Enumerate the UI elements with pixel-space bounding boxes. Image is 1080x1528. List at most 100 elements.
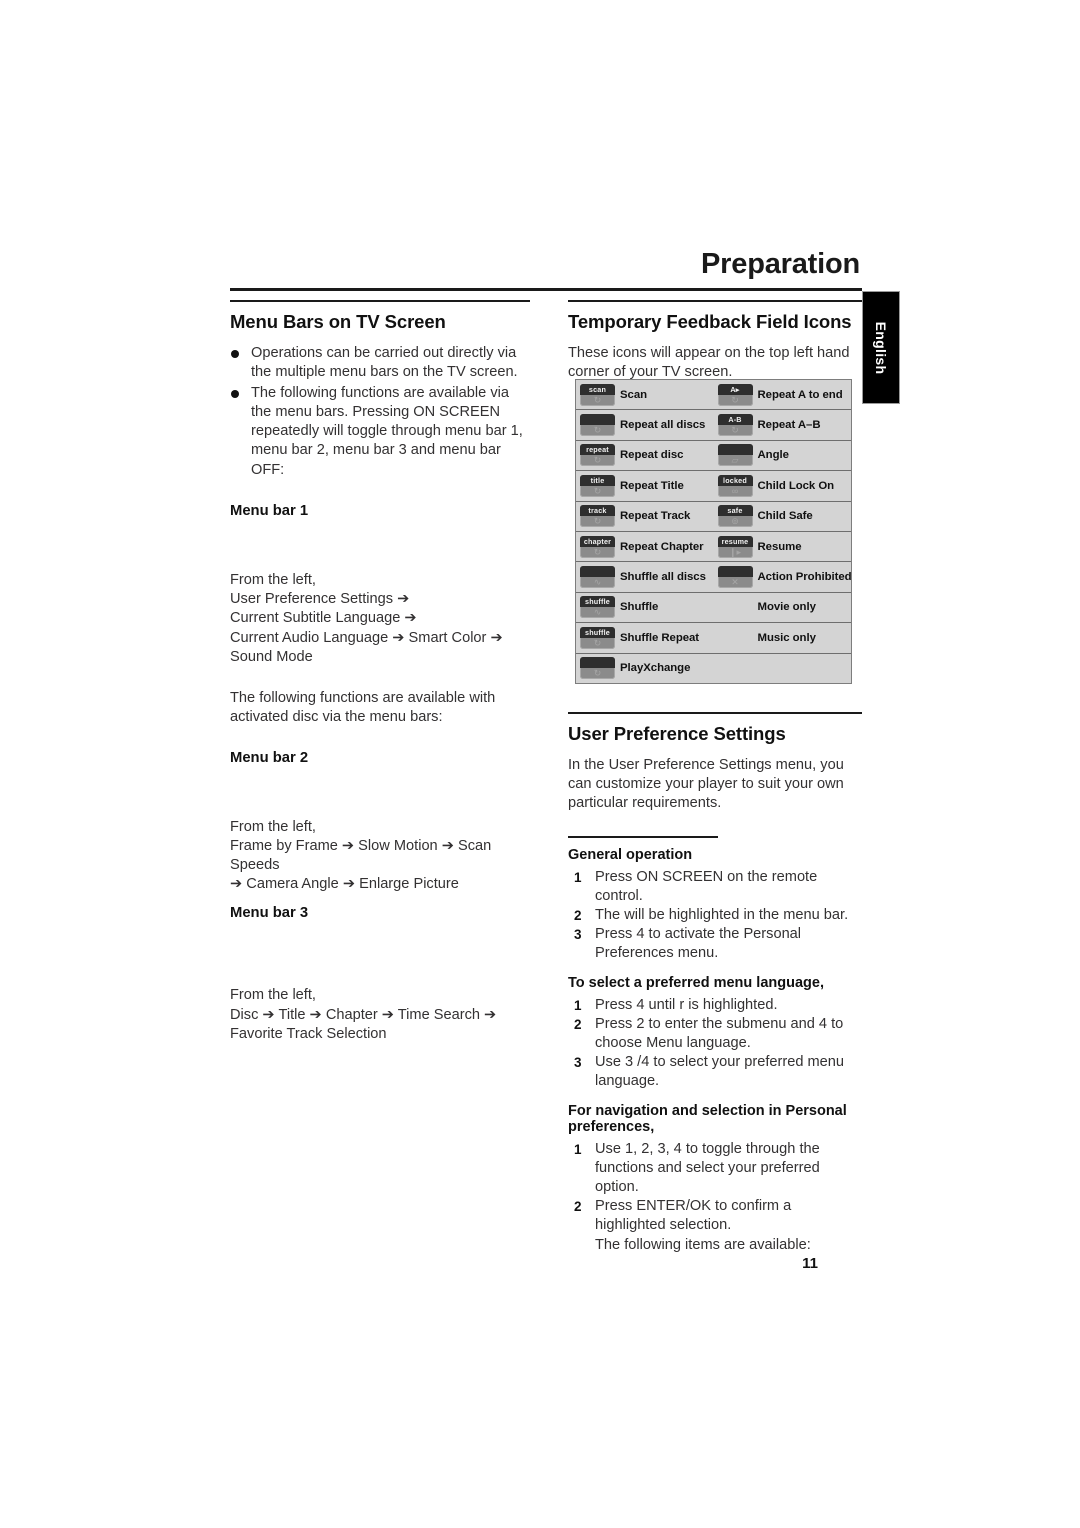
- language-tab: English: [862, 291, 900, 404]
- feedback-child-lock-on-icon: locked ∞: [717, 474, 753, 497]
- menu-bar-2-from-left: From the left,: [230, 818, 316, 835]
- icon-band-text: locked: [717, 474, 753, 486]
- menu-bar-3-from-left: From the left,: [230, 987, 316, 1004]
- feedback-action-prohibited-icon: ✕: [717, 566, 753, 589]
- icon-glyph: ↻: [731, 425, 739, 436]
- menu-bar-3-heading: Menu bar 3: [230, 905, 309, 922]
- icon-glyph: ∞: [731, 485, 739, 496]
- icon-label: Repeat Chapter: [620, 540, 704, 553]
- subsection-title-navigation: For navigation and selection in Personal…: [568, 1102, 847, 1135]
- feedback-repeat-a-b-icon: A-B ↻: [717, 414, 753, 437]
- section-divider-ups: [568, 712, 862, 714]
- step-text: Press 4 until r is highlighted.: [595, 996, 778, 1013]
- step-number: 3: [574, 927, 582, 943]
- icon-label: Scan: [620, 388, 648, 401]
- icon-label: Repeat A–B: [757, 419, 821, 432]
- step-text: Press ENTER/OK to confirm a highlighted …: [595, 1198, 792, 1234]
- icon-glyph: ∿: [593, 607, 602, 618]
- list-item: 1 Press 4 until r is highlighted.: [568, 996, 862, 1015]
- icon-label: Repeat all discs: [620, 419, 706, 432]
- feedback-shuffle-icon: shuffle ∿: [580, 596, 615, 619]
- section-divider-menu-bars: [230, 300, 530, 302]
- list-item: 3 Use 3 /4 to select your preferred menu…: [568, 1053, 862, 1091]
- menu-bar-2-chain-line: Frame by Frame ➔ Slow Motion ➔ Scan Spee…: [230, 837, 492, 873]
- icon-table-cell: ✕ Action Prohibited: [714, 562, 852, 591]
- section-title-menu-bars: Menu Bars on TV Screen: [230, 311, 446, 332]
- icon-label: Movie only: [757, 601, 816, 614]
- icon-table-cell: repeat ↻ Repeat disc: [576, 441, 714, 470]
- menu-bar-1-note: The following functions are available wi…: [230, 690, 496, 726]
- feedback-repeat-a-to-end-icon: A▸ ↻: [717, 383, 753, 406]
- icon-label: Child Safe: [757, 510, 813, 523]
- table-row: chapter ↻ Repeat Chapter resume ❙▸ Resume: [576, 531, 851, 563]
- page-number: 11: [802, 1255, 818, 1272]
- table-row: track ↻ Repeat Track safe ⊚ Child Safe: [576, 501, 851, 532]
- icon-label: PlayXchange: [620, 662, 691, 675]
- table-row: ∿ Shuffle all discs ✕ Action Prohibited: [576, 562, 852, 593]
- menu-bar-2-chain-line: ➔ Camera Angle ➔ Enlarge Picture: [230, 876, 459, 893]
- step-number: 2: [574, 1199, 582, 1215]
- feedback-repeat-all-discs-icon: ↻: [580, 414, 615, 437]
- menu-bar-1-chain-line: Current Subtitle Language ➔: [230, 610, 417, 627]
- menu-bar-1-chain-line: Current Audio Language ➔ Smart Color ➔: [230, 629, 503, 646]
- menu-language-steps: 1 Press 4 until r is highlighted. 2 Pres…: [568, 996, 862, 1092]
- feedback-repeat-track-icon: track ↻: [580, 505, 615, 528]
- icon-label: Repeat disc: [620, 449, 684, 462]
- list-item: 3 Press 4 to activate the Personal Prefe…: [568, 925, 862, 963]
- page-title: Preparation: [701, 248, 860, 280]
- icon-table-cell: title ↻ Repeat Title: [576, 471, 714, 500]
- section-divider-feedback-icons: [568, 300, 862, 302]
- icon-band-text: [717, 444, 753, 456]
- step-text: Use 3 /4 to select your preferred menu l…: [595, 1054, 845, 1090]
- feedback-icon-table: scan ↻ Scan A▸ ↻ Repeat A to end ↻ Repeat all d…: [575, 379, 852, 684]
- icon-label: Angle: [757, 449, 789, 462]
- menu-bar-3-chain-line: Disc ➔ Title ➔ Chapter ➔ Time Search ➔: [230, 1006, 497, 1023]
- feedback-shuffle-all-discs-icon: ∿: [580, 566, 615, 589]
- icon-table-cell: chapter ↻ Repeat Chapter: [576, 532, 714, 561]
- icon-band-text: A▸: [717, 383, 753, 395]
- table-row: ↻ Repeat all discs A-B ↻ Repeat A–B: [576, 410, 852, 441]
- icon-label: Resume: [757, 540, 802, 553]
- icon-table-cell: Music only: [714, 623, 852, 652]
- icon-table-cell: shuffle ∿ Shuffle: [576, 593, 714, 622]
- icon-band-text: [580, 566, 615, 578]
- list-item: The following functions are available vi…: [230, 384, 530, 480]
- table-row: scan ↻ Scan A▸ ↻ Repeat A to end: [576, 380, 852, 411]
- icon-label: Repeat Track: [620, 510, 691, 523]
- bullet-text: The following functions are available vi…: [251, 384, 523, 478]
- feedback-icons-intro: These icons will appear on the top left …: [568, 345, 850, 381]
- icon-table-cell: track ↻ Repeat Track: [576, 502, 714, 531]
- icon-band-text: shuffle: [580, 626, 615, 638]
- feedback-shuffle-repeat-icon: shuffle ↻: [580, 626, 615, 649]
- icon-table-cell: A-B ↻ Repeat A–B: [714, 410, 852, 439]
- icon-band-text: track: [580, 505, 615, 517]
- bullet-text: Operations can be carried out directly v…: [251, 345, 518, 381]
- icon-table-cell: A▸ ↻ Repeat A to end: [714, 380, 852, 409]
- icon-table-cell: ↻ Repeat all discs: [576, 410, 714, 439]
- icon-table-cell: ▱ Angle: [714, 441, 852, 470]
- list-item: 2 Press 2 to enter the submenu and 4 to …: [568, 1015, 862, 1053]
- icon-band-text: [580, 657, 615, 669]
- icon-glyph: ∿: [593, 577, 602, 588]
- step-number: 1: [574, 997, 582, 1013]
- icon-glyph: ▱: [731, 455, 739, 466]
- icon-table-cell: Movie only: [714, 593, 852, 622]
- icon-glyph: ↻: [593, 637, 602, 648]
- table-row: shuffle ↻ Shuffle Repeat Music only: [576, 623, 852, 654]
- feedback-angle-icon: ▱: [717, 444, 753, 467]
- icon-band-text: chapter: [580, 535, 615, 547]
- header-divider: [230, 288, 862, 291]
- section-title-feedback-icons: Temporary Feedback Field Icons: [568, 311, 852, 332]
- list-item: Operations can be carried out directly v…: [230, 344, 530, 383]
- menu-bar-1-chain-line: Sound Mode: [230, 648, 313, 665]
- section-divider-general-operation: [568, 835, 718, 838]
- icon-band-text: A-B: [717, 414, 753, 426]
- icon-label: Action Prohibited: [757, 571, 852, 584]
- bullet-dot-icon: [231, 350, 239, 358]
- icon-label: Shuffle Repeat: [620, 631, 700, 644]
- icon-band-text: scan: [580, 383, 615, 395]
- icon-band-text: repeat: [580, 444, 615, 456]
- step-text: Press 4 to activate the Personal Prefere…: [595, 926, 802, 962]
- icon-glyph: ↻: [593, 668, 602, 679]
- step-text: Press ON SCREEN on the remote control.: [595, 868, 818, 904]
